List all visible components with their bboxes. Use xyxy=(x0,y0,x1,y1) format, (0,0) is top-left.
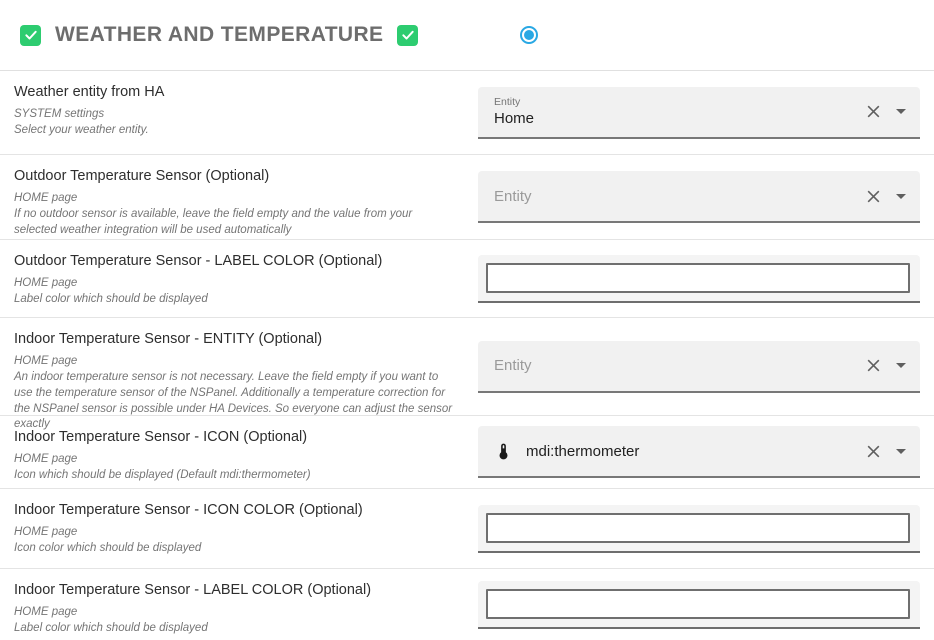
section-title: WEATHER AND TEMPERATURE xyxy=(55,23,383,47)
setting-context: HOME page xyxy=(14,276,454,292)
setting-description: Label color which should be displayed xyxy=(14,292,454,308)
indoor-temp-entity-select[interactable]: Entity xyxy=(478,341,920,393)
dropdown-arrow-icon[interactable] xyxy=(896,363,906,368)
setting-title: Outdoor Temperature Sensor - LABEL COLOR… xyxy=(14,253,454,269)
setting-context: HOME page xyxy=(14,525,454,541)
setting-field-area xyxy=(478,569,934,640)
setting-row-indoor-temp-icon: Indoor Temperature Sensor - ICON (Option… xyxy=(0,416,934,489)
setting-row-indoor-icon-color: Indoor Temperature Sensor - ICON COLOR (… xyxy=(0,489,934,569)
text-field-container xyxy=(478,505,920,553)
setting-text-block: Indoor Temperature Sensor - LABEL COLOR … xyxy=(0,569,478,640)
setting-title: Outdoor Temperature Sensor (Optional) xyxy=(14,168,454,184)
weather-entity-select[interactable]: Entity Home xyxy=(478,87,920,139)
setting-description: Label color which should be displayed xyxy=(14,621,454,637)
clear-icon[interactable] xyxy=(861,184,886,209)
setting-row-weather-entity: Weather entity from HA SYSTEM settings S… xyxy=(0,71,934,155)
setting-row-indoor-label-color: Indoor Temperature Sensor - LABEL COLOR … xyxy=(0,569,934,640)
setting-field-area: Entity xyxy=(478,318,934,415)
setting-field-area: Entity Home xyxy=(478,71,934,154)
dropdown-arrow-icon[interactable] xyxy=(896,449,906,454)
select-placeholder: Entity xyxy=(494,357,532,374)
dropdown-arrow-icon[interactable] xyxy=(896,194,906,199)
indoor-temp-icon-select[interactable]: mdi:thermometer xyxy=(478,426,920,478)
setting-row-outdoor-label-color: Outdoor Temperature Sensor - LABEL COLOR… xyxy=(0,240,934,318)
setting-title: Indoor Temperature Sensor - ICON COLOR (… xyxy=(14,502,454,518)
text-field-container xyxy=(478,581,920,629)
select-text: Entity Home xyxy=(494,96,534,127)
check-icon xyxy=(401,28,415,42)
select-placeholder: Entity xyxy=(494,188,532,205)
setting-field-area xyxy=(478,489,934,568)
section-radio-button[interactable] xyxy=(520,26,538,44)
setting-text-block: Indoor Temperature Sensor - ICON (Option… xyxy=(0,416,478,488)
setting-context: HOME page xyxy=(14,354,454,370)
setting-title: Indoor Temperature Sensor - ICON (Option… xyxy=(14,429,454,445)
select-value: mdi:thermometer xyxy=(526,443,639,460)
setting-context: HOME page xyxy=(14,191,454,207)
setting-title: Weather entity from HA xyxy=(14,84,454,100)
section-header: WEATHER AND TEMPERATURE xyxy=(0,0,934,71)
setting-field-area: mdi:thermometer xyxy=(478,416,934,488)
outdoor-temp-entity-select[interactable]: Entity xyxy=(478,171,920,223)
section-secondary-checkbox[interactable] xyxy=(397,25,418,46)
select-floating-label: Entity xyxy=(494,96,534,108)
check-icon xyxy=(24,28,38,42)
setting-field-area xyxy=(478,240,934,317)
setting-description: Select your weather entity. xyxy=(14,123,454,139)
dropdown-arrow-icon[interactable] xyxy=(896,109,906,114)
setting-row-outdoor-temp-entity: Outdoor Temperature Sensor (Optional) HO… xyxy=(0,155,934,240)
setting-row-indoor-temp-entity: Indoor Temperature Sensor - ENTITY (Opti… xyxy=(0,318,934,416)
setting-title: Indoor Temperature Sensor - ENTITY (Opti… xyxy=(14,331,454,347)
radio-selected-dot xyxy=(524,30,534,40)
clear-icon[interactable] xyxy=(861,353,886,378)
setting-context: HOME page xyxy=(14,605,454,621)
setting-description: Icon color which should be displayed xyxy=(14,541,454,557)
setting-description: Icon which should be displayed (Default … xyxy=(14,468,454,484)
setting-description: If no outdoor sensor is available, leave… xyxy=(14,207,454,239)
setting-field-area: Entity xyxy=(478,155,934,239)
setting-text-block: Outdoor Temperature Sensor (Optional) HO… xyxy=(0,155,478,239)
setting-title: Indoor Temperature Sensor - LABEL COLOR … xyxy=(14,582,454,598)
section-enabled-checkbox[interactable] xyxy=(20,25,41,46)
clear-icon[interactable] xyxy=(861,439,886,464)
text-field-container xyxy=(478,255,920,303)
setting-text-block: Indoor Temperature Sensor - ENTITY (Opti… xyxy=(0,318,478,415)
indoor-icon-color-input[interactable] xyxy=(486,513,910,543)
setting-context: HOME page xyxy=(14,452,454,468)
setting-context: SYSTEM settings xyxy=(14,107,454,123)
thermometer-icon xyxy=(494,442,513,461)
select-value: Home xyxy=(494,110,534,127)
setting-text-block: Outdoor Temperature Sensor - LABEL COLOR… xyxy=(0,240,478,317)
setting-text-block: Weather entity from HA SYSTEM settings S… xyxy=(0,71,478,154)
setting-text-block: Indoor Temperature Sensor - ICON COLOR (… xyxy=(0,489,478,568)
outdoor-label-color-input[interactable] xyxy=(486,263,910,293)
clear-icon[interactable] xyxy=(861,99,886,124)
indoor-label-color-input[interactable] xyxy=(486,589,910,619)
